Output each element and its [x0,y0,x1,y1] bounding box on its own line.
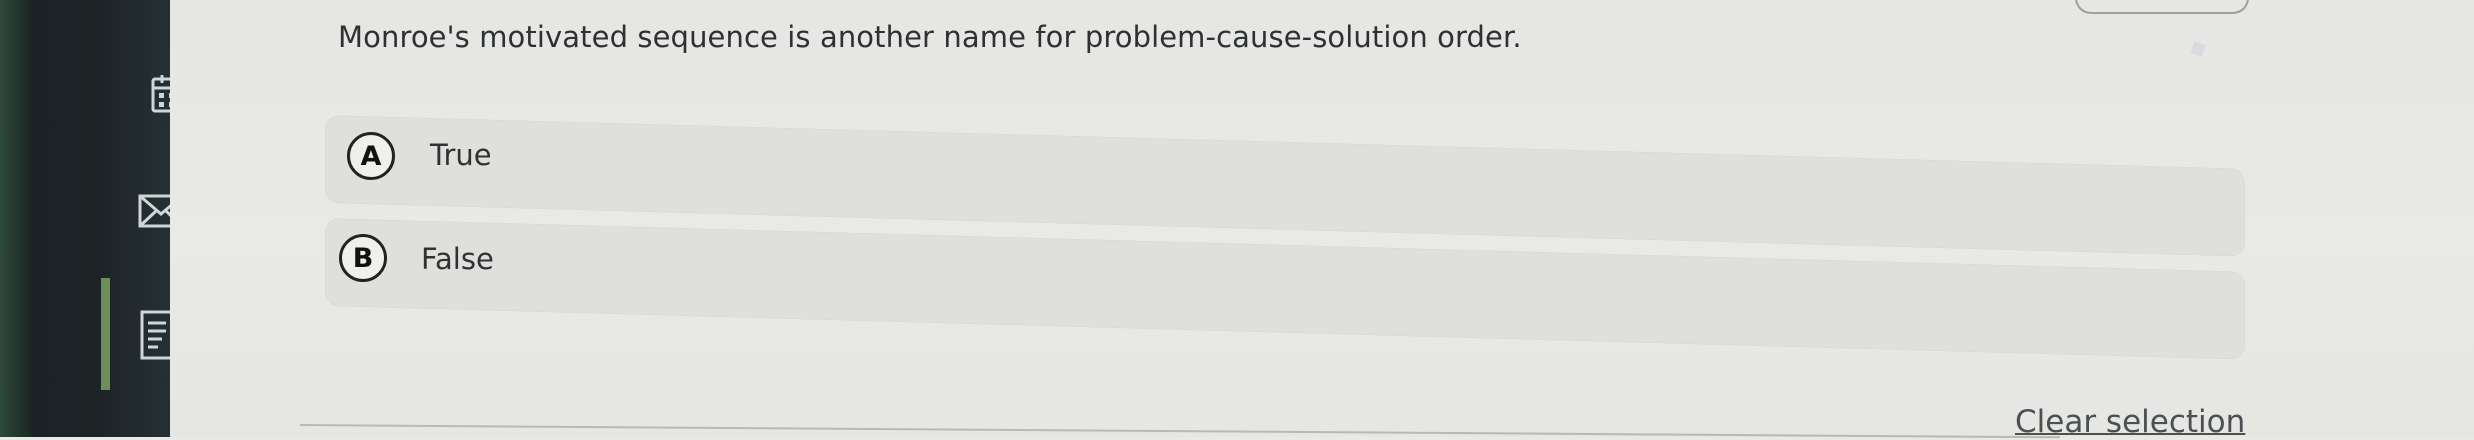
option-b-label[interactable]: False [421,242,494,276]
top-right-button-outline[interactable] [2075,0,2249,14]
option-b-letter-badge[interactable]: B [339,234,387,282]
left-navigation-rail [0,0,193,437]
clear-selection-link[interactable]: Clear selection [2015,404,2245,440]
decorative-mark [2190,41,2206,57]
active-nav-indicator [101,278,110,390]
option-a-letter-badge[interactable]: A [347,132,395,180]
option-a-label[interactable]: True [430,138,492,172]
rail-edge-strip [0,0,36,437]
question-text: Monroe's motivated sequence is another n… [338,20,1522,54]
